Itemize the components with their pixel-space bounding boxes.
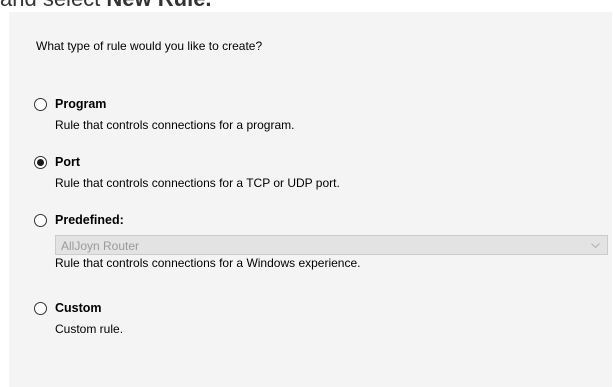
- predefined-radio[interactable]: [34, 214, 47, 227]
- instruction-bold: New Rule.: [106, 0, 211, 11]
- custom-radio[interactable]: [34, 302, 47, 315]
- program-radio[interactable]: [34, 98, 47, 111]
- predefined-label[interactable]: Predefined:: [55, 213, 124, 228]
- predefined-description: Rule that controls connections for a Win…: [55, 256, 361, 270]
- instruction-prefix: and select: [0, 0, 106, 11]
- dropdown-value: AllJoyn Router: [61, 239, 140, 253]
- rule-type-panel: What type of rule would you like to crea…: [9, 12, 612, 387]
- predefined-rule-dropdown: AllJoyn Router: [55, 235, 608, 255]
- rule-type-question: What type of rule would you like to crea…: [36, 39, 263, 53]
- port-label[interactable]: Port: [55, 155, 80, 170]
- port-description: Rule that controls connections for a TCP…: [55, 176, 340, 190]
- chevron-down-icon: [591, 243, 600, 249]
- instruction-line: and select New Rule.: [0, 0, 212, 12]
- cropped-instruction-text: and select New Rule.: [0, 0, 613, 12]
- program-description: Rule that controls connections for a pro…: [55, 118, 295, 132]
- window: and select New Rule. What type of rule w…: [0, 0, 613, 387]
- radio-selected-dot: [37, 159, 44, 166]
- custom-label[interactable]: Custom: [55, 301, 102, 316]
- port-radio[interactable]: [34, 156, 47, 169]
- custom-description: Custom rule.: [55, 322, 124, 336]
- program-label[interactable]: Program: [55, 97, 106, 112]
